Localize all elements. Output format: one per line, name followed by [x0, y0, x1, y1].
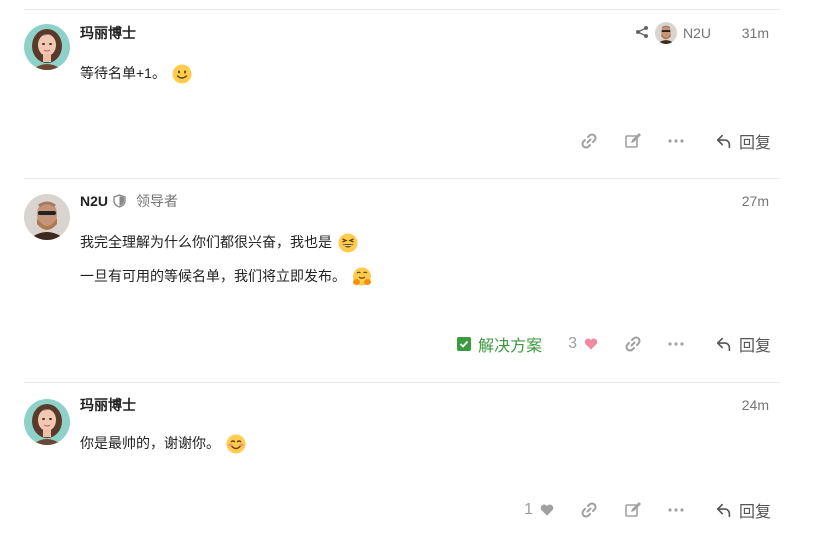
post-text-line: 我完全理解为什么你们都很兴奋，我也是 [80, 232, 358, 253]
post-actions: 回复 [555, 128, 771, 154]
moderator-shield-icon [113, 194, 126, 211]
avatar[interactable] [24, 194, 70, 240]
ellipsis-icon [668, 139, 684, 143]
like-count: 1 [524, 501, 533, 518]
ellipsis-icon [668, 508, 684, 512]
like-button[interactable]: 1 [524, 501, 555, 519]
hugging-face-icon [352, 267, 372, 287]
reply-to-indicator[interactable]: N2U [635, 22, 711, 44]
heart-icon [539, 502, 555, 518]
reply-to-name: N2U [682, 25, 711, 41]
user-role: 领导者 [136, 193, 178, 209]
post-3: 玛丽博士 24m 你是最帅的，谢谢你。 1 回复 [0, 382, 815, 548]
reply-button[interactable]: 回复 [715, 498, 771, 522]
solution-button[interactable]: 解决方案 [457, 332, 542, 356]
edit-button[interactable] [623, 131, 643, 151]
reply-icon [715, 501, 733, 519]
checkbox-checked-icon [457, 337, 472, 351]
smiling-face-with-smiling-eyes-icon [226, 434, 246, 454]
reply-to-avatar [655, 22, 677, 44]
ellipsis-icon [668, 342, 684, 346]
post-time[interactable]: 31m [742, 24, 769, 42]
post-time[interactable]: 24m [742, 396, 769, 414]
more-button[interactable] [667, 507, 685, 513]
username[interactable]: 玛丽博士 [80, 24, 136, 42]
username[interactable]: 玛丽博士 [80, 396, 136, 414]
more-button[interactable] [667, 138, 685, 144]
post-2: N2U 领导者 27m 我完全理解为什么你们都很兴奋，我也是 一旦有可用的等候名… [0, 178, 815, 382]
grinning-squinting-face-icon [338, 233, 358, 253]
share-icon [635, 25, 649, 42]
post-1: 玛丽博士 N2U 31m 等待名单+1。 回复 [0, 0, 815, 178]
reply-button[interactable]: 回复 [715, 332, 771, 356]
reply-icon [715, 335, 733, 353]
post-actions: 1 回复 [524, 497, 771, 523]
post-text: 等待名单+1。 [80, 63, 192, 84]
post-text-line: 一旦有可用的等候名单，我们将立即发布。 [80, 266, 372, 287]
avatar[interactable] [24, 399, 70, 445]
post-time[interactable]: 27m [742, 192, 769, 210]
post-actions: 解决方案 3 回复 [457, 331, 771, 357]
like-button[interactable]: 3 [568, 335, 599, 353]
edit-button[interactable] [623, 500, 643, 520]
avatar[interactable] [24, 24, 70, 70]
reply-button[interactable]: 回复 [715, 129, 771, 153]
more-button[interactable] [667, 341, 685, 347]
copy-link-button[interactable] [579, 500, 599, 520]
slightly-smiling-face-icon [172, 64, 192, 84]
copy-link-button[interactable] [623, 334, 643, 354]
username[interactable]: N2U [80, 192, 108, 210]
heart-icon [583, 336, 599, 352]
reply-icon [715, 132, 733, 150]
post-text: 你是最帅的，谢谢你。 [80, 433, 246, 454]
copy-link-button[interactable] [579, 131, 599, 151]
like-count: 3 [568, 335, 577, 352]
